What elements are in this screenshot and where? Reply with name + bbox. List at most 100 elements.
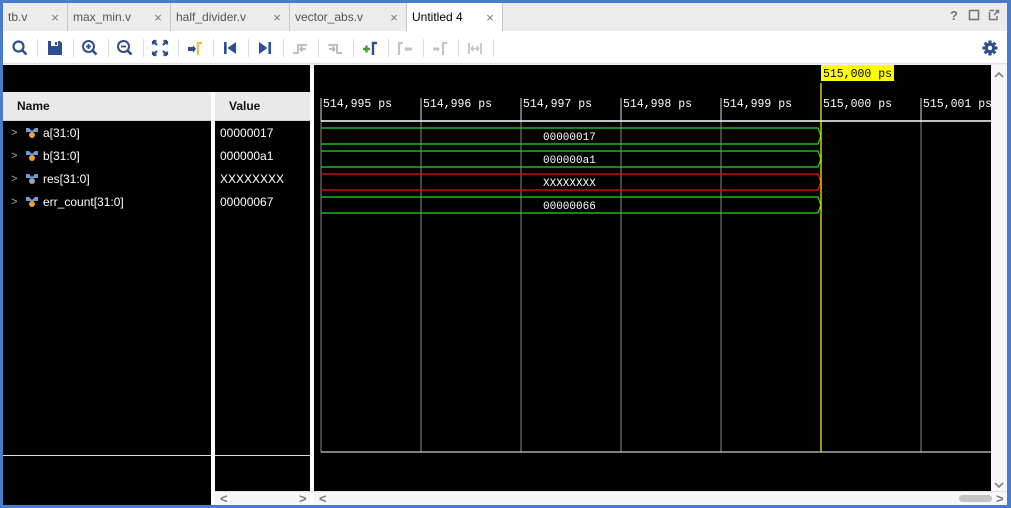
name-column-header[interactable]: Name — [3, 92, 211, 121]
expand-chevron-icon[interactable]: > — [11, 196, 23, 208]
panel-divider — [3, 455, 211, 456]
swap-cursors-icon[interactable] — [465, 38, 485, 58]
scroll-thumb[interactable] — [959, 495, 992, 502]
add-marker-icon[interactable] — [360, 38, 380, 58]
signal-name: a[31:0] — [43, 125, 80, 140]
signal-waveform-value: 00000017 — [543, 132, 596, 144]
tab-label: vector_abs.v — [295, 10, 364, 24]
tab-vector-abs-v[interactable]: vector_abs.v × — [290, 3, 407, 31]
signal-name: err_count[31:0] — [43, 194, 124, 209]
toolbar-separator — [73, 39, 74, 57]
bus-signal-output-icon — [25, 173, 39, 185]
save-icon[interactable] — [45, 38, 65, 58]
tab-label: max_min.v — [73, 10, 132, 24]
go-to-cursor-icon[interactable] — [185, 38, 205, 58]
tab-label: Untitled 4 — [412, 10, 463, 24]
close-icon[interactable]: × — [270, 10, 284, 25]
help-icon[interactable]: ? — [947, 9, 961, 23]
toolbar-separator — [493, 39, 494, 57]
signal-waveform-value: 000000a1 — [543, 155, 596, 167]
signal-waveform-value: XXXXXXXX — [543, 178, 596, 190]
expand-chevron-icon[interactable]: > — [11, 150, 23, 162]
toolbar-separator — [318, 39, 319, 57]
waveform-window: tb.v × max_min.v × half_divider.v × vect… — [3, 3, 1007, 506]
signal-waveform-value: 00000066 — [543, 201, 596, 213]
tick-label: 514,999 ps — [723, 98, 792, 111]
go-to-last-time-icon[interactable] — [255, 38, 275, 58]
cursor-time-label: 515,000 ps — [823, 68, 892, 81]
value-cell: 00000017 — [215, 121, 310, 144]
float-icon[interactable] — [987, 9, 1001, 23]
scroll-left-icon[interactable]: < — [319, 491, 327, 506]
vertical-scrollbar[interactable] — [991, 65, 1007, 491]
tab-half-divider-v[interactable]: half_divider.v × — [171, 3, 290, 31]
expand-chevron-icon[interactable]: > — [11, 173, 23, 185]
value-cell: 00000067 — [215, 190, 310, 213]
tab-max-min-v[interactable]: max_min.v × — [68, 3, 171, 31]
signal-row-b[interactable]: > b[31:0] — [3, 144, 211, 167]
maximize-icon[interactable] — [967, 9, 981, 23]
close-icon[interactable]: × — [151, 10, 165, 25]
toolbar — [3, 31, 1007, 64]
toolbar-separator — [458, 39, 459, 57]
tick-label: 514,996 ps — [423, 98, 492, 111]
signal-value: 000000a1 — [220, 148, 274, 163]
scroll-left-icon[interactable]: < — [220, 491, 228, 506]
signal-row-err-count[interactable]: > err_count[31:0] — [3, 190, 211, 213]
scroll-right-icon[interactable]: > — [299, 491, 307, 506]
value-horizontal-scrollbar[interactable]: < > — [215, 491, 310, 506]
tab-tb-v[interactable]: tb.v × — [3, 3, 68, 31]
tick-label: 515,000 ps — [823, 98, 892, 111]
waveform-panel[interactable]: 514,995 ps 514,996 ps 514,997 ps 514,998 ps… — [314, 65, 992, 491]
tick-label: 515,001 ps — [923, 98, 991, 111]
tab-label: tb.v — [8, 10, 28, 24]
toolbar-separator — [248, 39, 249, 57]
close-icon[interactable]: × — [387, 10, 401, 25]
toolbar-separator — [37, 39, 38, 57]
close-icon[interactable]: × — [483, 10, 497, 25]
value-column-header[interactable]: Value — [215, 92, 310, 121]
waveform-canvas[interactable]: 514,995 ps 514,996 ps 514,997 ps 514,998 ps… — [314, 65, 992, 491]
toolbar-separator — [178, 39, 179, 57]
search-icon[interactable] — [10, 38, 30, 58]
toolbar-separator — [388, 39, 389, 57]
previous-marker-icon[interactable] — [395, 38, 415, 58]
value-header-label: Value — [229, 99, 261, 113]
scroll-down-icon[interactable] — [994, 477, 1004, 492]
name-header-label: Name — [17, 99, 50, 113]
toolbar-separator — [108, 39, 109, 57]
expand-chevron-icon[interactable]: > — [11, 127, 23, 139]
signal-value: XXXXXXXX — [220, 171, 285, 186]
signal-name: b[31:0] — [43, 148, 80, 163]
toolbar-separator — [423, 39, 424, 57]
tab-untitled-4[interactable]: Untitled 4 × — [407, 3, 503, 31]
next-marker-icon[interactable] — [430, 38, 450, 58]
zoom-fit-icon[interactable] — [150, 38, 170, 58]
tick-label: 514,998 ps — [623, 98, 692, 111]
next-transition-icon[interactable] — [325, 38, 345, 58]
scroll-right-icon[interactable]: > — [996, 491, 1004, 506]
scroll-up-icon[interactable] — [994, 67, 1004, 82]
signal-name: res[31:0] — [43, 171, 90, 186]
bus-signal-icon — [25, 127, 39, 139]
tab-bar: tb.v × max_min.v × half_divider.v × vect… — [3, 3, 1007, 31]
toolbar-separator — [213, 39, 214, 57]
panel-divider — [215, 455, 310, 456]
value-cell: 000000a1 — [215, 144, 310, 167]
bus-signal-icon — [25, 150, 39, 162]
toolbar-separator — [283, 39, 284, 57]
signal-value: 00000017 — [220, 125, 274, 140]
zoom-out-icon[interactable] — [115, 38, 135, 58]
signal-row-res[interactable]: > res[31:0] — [3, 167, 211, 190]
signal-value: 00000067 — [220, 194, 274, 209]
settings-icon[interactable] — [980, 38, 1000, 58]
tick-label: 514,995 ps — [323, 98, 392, 111]
tick-label: 514,997 ps — [523, 98, 592, 111]
previous-transition-icon[interactable] — [290, 38, 310, 58]
go-to-time-zero-icon[interactable] — [220, 38, 240, 58]
toolbar-separator — [353, 39, 354, 57]
zoom-in-icon[interactable] — [80, 38, 100, 58]
close-icon[interactable]: × — [48, 10, 62, 25]
signal-row-a[interactable]: > a[31:0] — [3, 121, 211, 144]
waveform-horizontal-scrollbar[interactable]: < > — [314, 491, 1007, 506]
